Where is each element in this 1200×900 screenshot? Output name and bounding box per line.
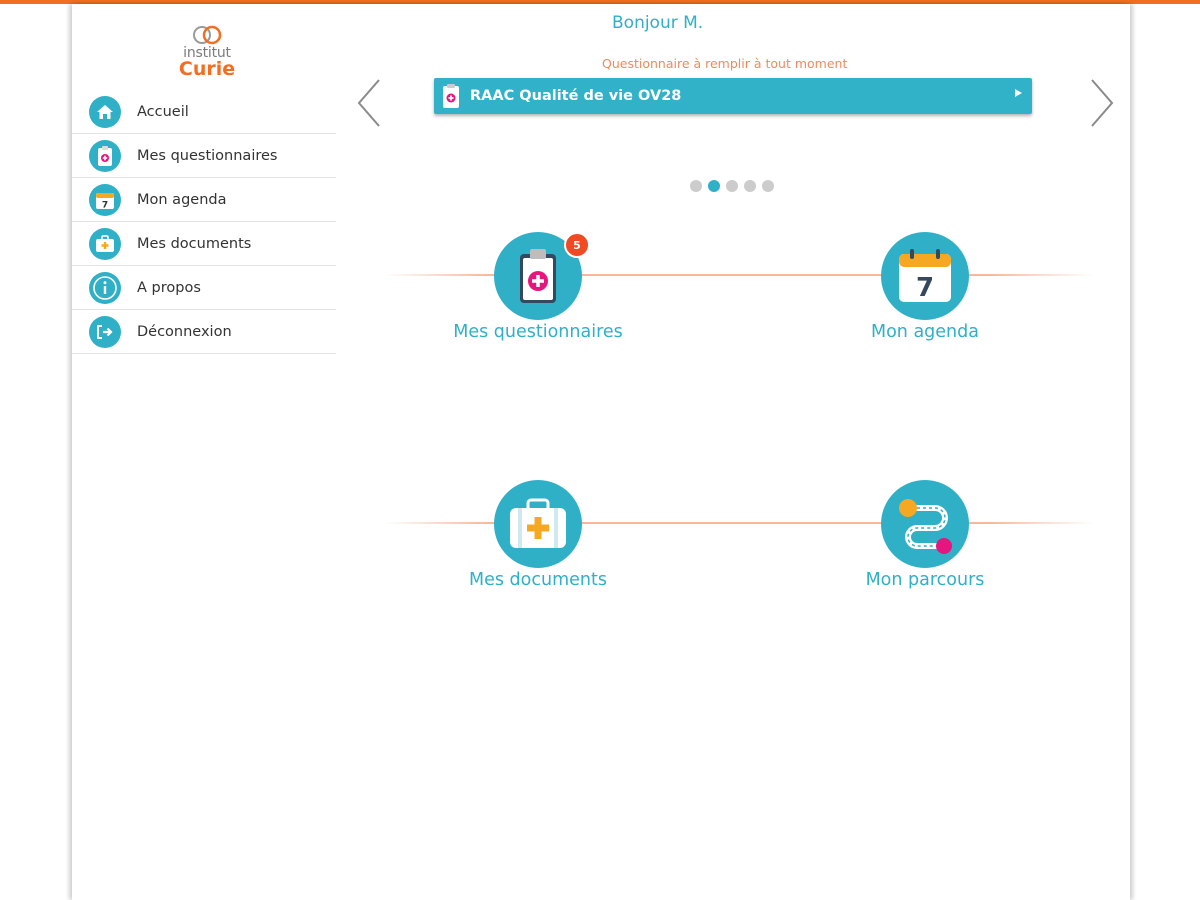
- tile-label: Mes documents: [469, 570, 607, 590]
- info-icon: [89, 271, 121, 304]
- sidebar-item-apropos[interactable]: A propos: [72, 266, 336, 310]
- carousel-dot[interactable]: [762, 180, 774, 192]
- carousel-dot[interactable]: [690, 180, 702, 192]
- carousel-dot[interactable]: [726, 180, 738, 192]
- play-icon: [1015, 89, 1022, 97]
- sidebar-item-agenda[interactable]: 7 Mon agenda: [72, 178, 336, 222]
- tile-label: Mes questionnaires: [453, 322, 623, 342]
- svg-text:7: 7: [102, 200, 108, 210]
- logout-icon: [89, 315, 121, 348]
- app-window: institut Curie Accueil Mes questionnaire…: [72, 4, 1130, 900]
- tile-icon-circle: [494, 480, 582, 568]
- carousel-dot-active[interactable]: [708, 180, 720, 192]
- sidebar-item-label: Accueil: [137, 103, 189, 120]
- carousel-pagination: [690, 180, 774, 192]
- sidebar-menu: Accueil Mes questionnaires 7 Mon agenda …: [72, 90, 336, 354]
- path-icon: [899, 499, 952, 554]
- tile-icon-circle: 7: [881, 232, 969, 320]
- logo-line2: Curie: [178, 58, 236, 80]
- sidebar-item-label: Mes questionnaires: [137, 147, 278, 164]
- banner-label: RAAC Qualité de vie OV28: [470, 88, 682, 104]
- sidebar-item-questionnaires[interactable]: Mes questionnaires: [72, 134, 336, 178]
- medical-case-icon: [510, 498, 566, 548]
- calendar-day: 7: [916, 273, 934, 303]
- notification-badge: 5: [564, 232, 590, 258]
- tile-documents[interactable]: Mes documents: [418, 480, 658, 590]
- clipboard-icon: [443, 84, 459, 108]
- carousel-next-button[interactable]: [1087, 78, 1117, 128]
- tile-label: Mon agenda: [871, 322, 979, 342]
- chevron-right-icon: [1091, 79, 1114, 127]
- tile-icon-circle: [881, 480, 969, 568]
- medical-case-icon: [89, 227, 121, 260]
- carousel-prev-button[interactable]: [354, 78, 384, 128]
- sidebar-item-deconnexion[interactable]: Déconnexion: [72, 310, 336, 354]
- tile-label: Mon parcours: [865, 570, 985, 590]
- sidebar-item-accueil[interactable]: Accueil: [72, 90, 336, 134]
- tile-questionnaires[interactable]: 5 Mes questionnaires: [418, 232, 658, 342]
- carousel-dot[interactable]: [744, 180, 756, 192]
- home-icon: [89, 95, 121, 128]
- sidebar-item-label: A propos: [137, 279, 201, 296]
- sidebar-item-label: Mon agenda: [137, 191, 227, 208]
- questionnaire-banner[interactable]: RAAC Qualité de vie OV28: [434, 78, 1032, 114]
- sidebar-item-documents[interactable]: Mes documents: [72, 222, 336, 266]
- calendar-icon: 7: [89, 183, 121, 216]
- sidebar-item-label: Déconnexion: [137, 323, 232, 340]
- clipboard-icon: [520, 249, 556, 303]
- questionnaire-subtitle: Questionnaire à remplir à tout moment: [602, 56, 848, 71]
- tile-agenda[interactable]: 7 Mon agenda: [805, 232, 1045, 342]
- clipboard-icon: [89, 139, 121, 172]
- tile-icon-circle: 5: [494, 232, 590, 320]
- calendar-icon: 7: [899, 249, 951, 303]
- chevron-left-icon: [357, 79, 380, 127]
- logo-rings-icon: [193, 25, 222, 45]
- tile-parcours[interactable]: Mon parcours: [805, 480, 1045, 590]
- sidebar-item-label: Mes documents: [137, 235, 252, 252]
- greeting-text: Bonjour M.: [612, 13, 704, 33]
- institut-curie-logo: institut Curie: [172, 24, 242, 88]
